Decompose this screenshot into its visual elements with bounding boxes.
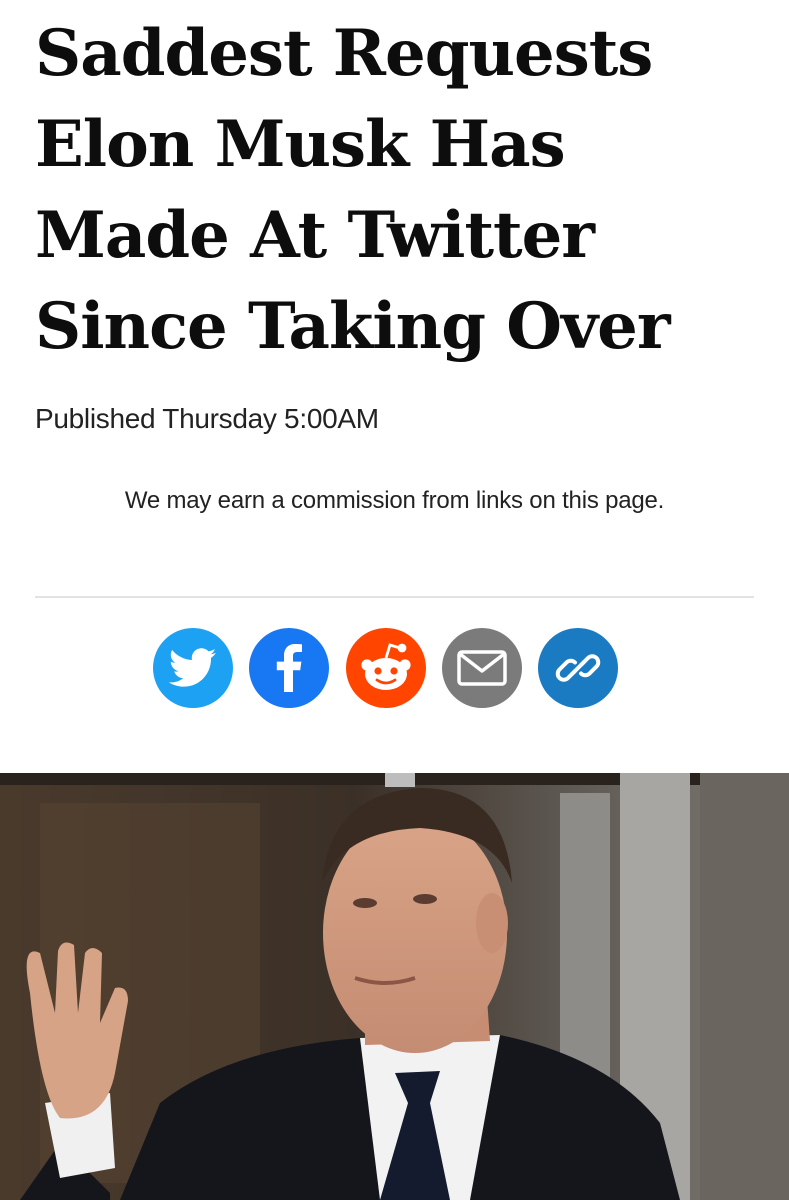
share-facebook-button[interactable] [249, 628, 330, 708]
hero-image [0, 773, 789, 1200]
share-reddit-button[interactable] [345, 628, 426, 708]
twitter-bird-icon [169, 648, 217, 687]
share-email-button[interactable] [441, 628, 522, 708]
byline-prefix: Published [35, 403, 156, 434]
reddit-alien-icon [360, 643, 411, 690]
share-twitter-button[interactable] [153, 628, 233, 708]
photo-man-waving [0, 773, 789, 1200]
envelope-icon [457, 650, 507, 686]
byline-time: Thursday 5:00AM [162, 403, 379, 434]
chain-link-icon [555, 654, 601, 682]
facebook-f-icon [277, 644, 303, 692]
share-bar [153, 628, 618, 708]
article-headline: Saddest Requests Elon Musk Has Made At T… [35, 16, 671, 364]
share-link-button[interactable] [538, 628, 618, 708]
divider [35, 596, 754, 598]
article-byline: Published Thursday 5:00AM [35, 403, 379, 435]
affiliate-disclosure: We may earn a commission from links on t… [124, 487, 665, 514]
